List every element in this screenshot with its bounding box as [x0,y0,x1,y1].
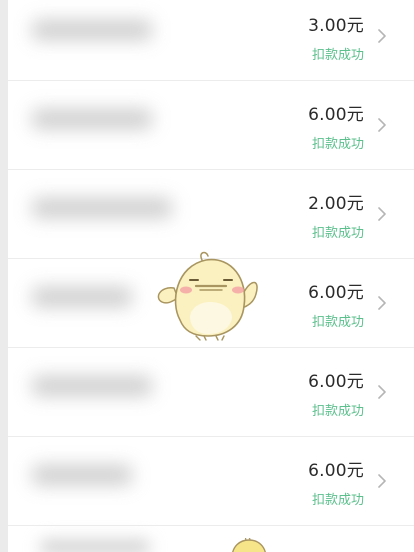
transaction-list-screen: 3.00元 扣款成功 6.00元 扣款成功 2.00元 扣款成功 6.00元 扣… [0,0,414,552]
chevron-right-icon [378,385,386,399]
transaction-row[interactable]: 3.00元 扣款成功 [8,0,414,81]
transaction-row[interactable]: 6.00元 扣款成功 [8,81,414,170]
chevron-right-icon [378,474,386,488]
blurred-merchant-name [32,109,152,129]
transaction-amount: 6.00元 [308,372,364,392]
blurred-merchant-name [32,198,172,218]
blurred-merchant-name [32,465,132,485]
blurred-merchant-name [32,287,132,307]
transaction-status: 扣款成功 [311,404,364,419]
transaction-status: 扣款成功 [311,493,364,508]
transaction-amount: 6.00元 [308,283,364,303]
transaction-row[interactable]: 2.00元 扣款成功 [8,170,414,259]
transaction-status: 扣款成功 [311,315,364,330]
chevron-right-icon [378,207,386,221]
transaction-amount: 6.00元 [308,461,364,481]
chevron-right-icon [378,118,386,132]
chevron-right-icon [378,296,386,310]
transaction-row[interactable]: 6.00元 扣款成功 [8,437,414,526]
chevron-right-icon [378,29,386,43]
chick-mascot-icon [232,538,266,552]
transaction-row[interactable]: 6.00元 扣款成功 [8,348,414,437]
transaction-status: 扣款成功 [311,137,364,152]
transaction-amount: 3.00元 [308,16,364,36]
transaction-amount: 6.00元 [308,105,364,125]
chick-mascot-icon [157,251,258,341]
transaction-status: 扣款成功 [311,226,364,241]
blurred-merchant-name [40,540,150,552]
transaction-amount: 2.00元 [308,194,364,214]
blurred-merchant-name [32,20,152,40]
blurred-merchant-name [32,376,152,396]
transaction-status: 扣款成功 [311,48,364,63]
